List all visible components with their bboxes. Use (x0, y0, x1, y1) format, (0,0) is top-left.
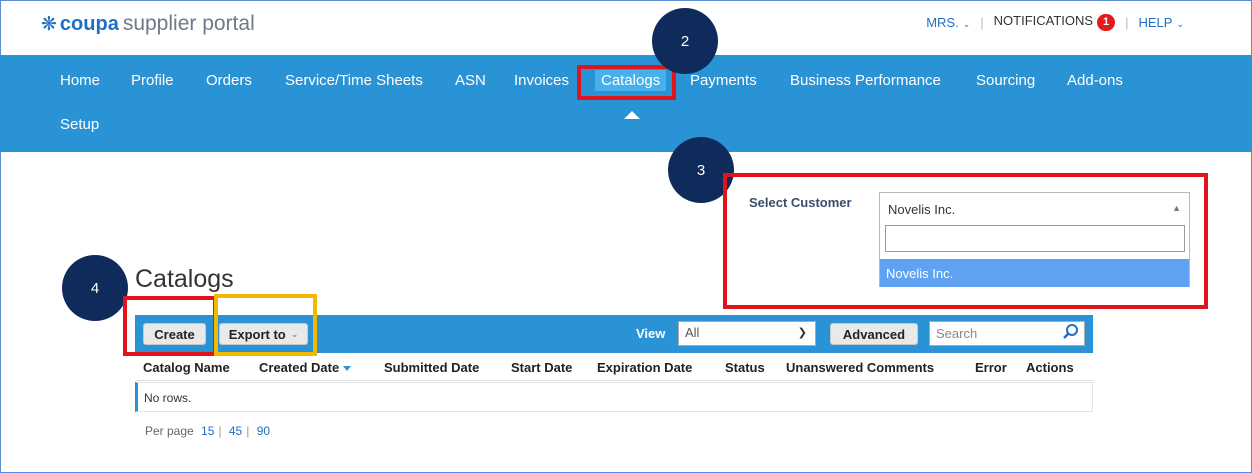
nav-item-invoices[interactable]: Invoices (514, 72, 569, 89)
step-callout-2: 2 (652, 8, 718, 74)
nav-item-orders[interactable]: Orders (206, 72, 252, 89)
select-customer-label: Select Customer (749, 195, 852, 210)
notification-count-badge: 1 (1097, 14, 1116, 31)
sort-desc-icon (343, 366, 352, 372)
view-label: View (636, 326, 666, 341)
column-header-start-date[interactable]: Start Date (511, 360, 572, 375)
view-select[interactable]: All ❯ (678, 321, 816, 346)
customer-select[interactable]: Novelis Inc. ▲ Novelis Inc. (879, 192, 1190, 287)
column-header-created-date[interactable]: Created Date (259, 360, 352, 375)
column-header-submitted-date[interactable]: Submitted Date (384, 360, 479, 375)
column-header-catalog-name[interactable]: Catalog Name (143, 360, 230, 375)
table-header: Catalog Name Created Date Submitted Date… (135, 353, 1093, 381)
column-header-actions: Actions (1026, 360, 1074, 375)
column-header-error[interactable]: Error (975, 360, 1007, 375)
nav-item-add-ons[interactable]: Add-ons (1067, 72, 1123, 89)
per-page-90[interactable]: 90 (257, 424, 270, 438)
customer-select-value: Novelis Inc. (888, 202, 956, 217)
nav-item-service-time-sheets[interactable]: Service/Time Sheets (285, 72, 423, 89)
chevron-down-icon: ⌄ (962, 18, 971, 29)
triangle-up-icon: ▲ (1172, 203, 1181, 213)
nav-item-business-performance[interactable]: Business Performance (790, 72, 941, 89)
nav-item-setup[interactable]: Setup (60, 116, 99, 133)
coupa-logo[interactable]: ❋ coupa supplier portal (41, 12, 255, 36)
create-button-highlight (123, 296, 217, 356)
export-button-highlight (214, 294, 317, 356)
customer-search-input[interactable] (885, 225, 1185, 252)
pagination: Per page 15 | 45 | 90 (145, 424, 274, 438)
coupa-snowflake-icon: ❋ (41, 13, 57, 35)
nav-item-profile[interactable]: Profile (131, 72, 174, 89)
divider: | (218, 424, 222, 438)
empty-table-row: No rows. (135, 382, 1093, 412)
column-header-status[interactable]: Status (725, 360, 765, 375)
per-page-label: Per page (145, 424, 194, 438)
nav-item-home[interactable]: Home (60, 72, 100, 89)
page-title: Catalogs (135, 265, 234, 293)
column-header-unanswered-comments[interactable]: Unanswered Comments (786, 360, 934, 375)
divider: | (1125, 14, 1129, 30)
search-input[interactable]: Search (929, 321, 1085, 346)
active-tab-indicator (624, 111, 640, 119)
catalogs-tab-highlight (577, 65, 676, 100)
divider: | (246, 424, 250, 438)
divider: | (980, 14, 984, 30)
per-page-15[interactable]: 15 (201, 424, 214, 438)
advanced-button[interactable]: Advanced (830, 323, 918, 345)
chevron-down-icon: ❯ (797, 327, 807, 339)
notifications-menu[interactable]: NOTIFICATIONS 1 (994, 13, 1116, 31)
search-icon[interactable] (1062, 323, 1080, 344)
nav-item-payments[interactable]: Payments (690, 72, 757, 89)
help-menu[interactable]: HELP ⌄ (1138, 15, 1184, 30)
step-callout-4: 4 (62, 255, 128, 321)
customer-option[interactable]: Novelis Inc. (880, 259, 1189, 287)
logo-product-text: supplier portal (122, 12, 255, 35)
chevron-down-icon: ⌄ (1176, 18, 1184, 29)
top-right-menu: MRS. ⌄ | NOTIFICATIONS 1 | HELP ⌄ (926, 13, 1184, 31)
nav-item-sourcing[interactable]: Sourcing (976, 72, 1035, 89)
user-menu[interactable]: MRS. ⌄ (926, 15, 970, 30)
per-page-45[interactable]: 45 (229, 424, 242, 438)
column-header-expiration-date[interactable]: Expiration Date (597, 360, 692, 375)
logo-brand-text: coupa (59, 12, 119, 35)
nav-item-asn[interactable]: ASN (455, 72, 486, 89)
